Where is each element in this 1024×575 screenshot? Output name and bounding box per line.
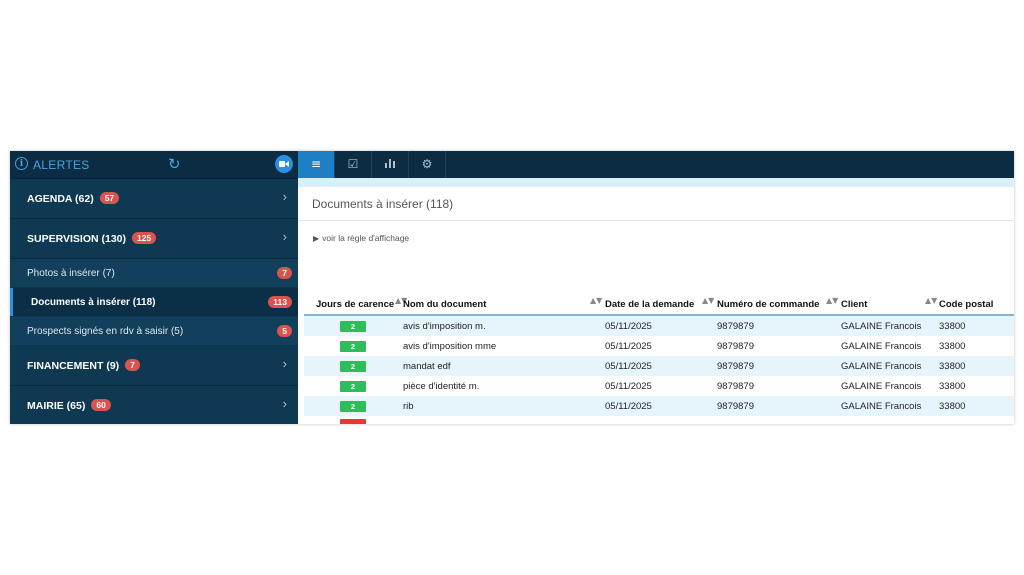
table-row[interactable]: 2 avis d'imposition m. 05/11/2025 987987… bbox=[304, 315, 1014, 336]
table-row[interactable]: 2 mandat edf 05/11/2025 9879879 GALAINE … bbox=[304, 356, 1014, 376]
column-header-numero[interactable]: Numéro de commande ▲▼ bbox=[714, 294, 838, 316]
sidebar-item-photos[interactable]: Photos à insérer (7) 7 bbox=[10, 259, 298, 288]
column-header-nom[interactable]: Nom du document ▲▼ bbox=[401, 294, 602, 316]
sidebar-item-prospects[interactable]: Prospects signés en rdv à saisir (5) 5 bbox=[10, 317, 298, 346]
document-name: rib bbox=[401, 396, 602, 416]
tab-stats[interactable] bbox=[372, 151, 409, 178]
video-camera-icon[interactable] bbox=[275, 155, 293, 173]
section-label: FINANCEMENT (9) 7 bbox=[27, 359, 140, 372]
sort-icon[interactable]: ▲▼ bbox=[702, 297, 714, 305]
sidebar-section-financement[interactable]: FINANCEMENT (9) 7 › bbox=[10, 346, 298, 386]
display-rule-label: voir la règle d'affichage bbox=[322, 233, 410, 243]
count-badge: 57 bbox=[99, 192, 120, 204]
delay-chip: 2 bbox=[340, 320, 366, 332]
page-title: Documents à insérer (118) bbox=[312, 197, 454, 211]
count-badge: 113 bbox=[268, 296, 292, 308]
sidebar-section-supervision[interactable]: SUPERVISION (130) 125 › bbox=[10, 219, 298, 259]
document-name: mandat edf bbox=[401, 356, 602, 376]
count-badge: 7 bbox=[277, 267, 292, 279]
triangle-right-icon: ▶ bbox=[313, 234, 320, 243]
delay-chip: 2 bbox=[340, 340, 366, 352]
tab-bar: ≡ ☑ ⚙ bbox=[298, 151, 1014, 178]
column-header-jours[interactable]: Jours de carence ▲▼ bbox=[304, 294, 407, 316]
request-date: 05/11/2025 bbox=[602, 356, 714, 376]
client-name: GALAINE Francois bbox=[838, 396, 936, 416]
delay-chip bbox=[340, 419, 366, 424]
document-name: avis d'imposition mme bbox=[401, 336, 602, 356]
bar-chart-icon bbox=[384, 151, 396, 178]
sidebar-item-label: Photos à insérer (7) bbox=[27, 268, 115, 279]
main-content: ≡ ☑ ⚙ Documents à insérer (118) ▶ voir la… bbox=[298, 151, 1014, 424]
sort-icon[interactable]: ▲▼ bbox=[826, 297, 838, 305]
order-number: 9879879 bbox=[714, 336, 838, 356]
sidebar-item-documents[interactable]: Documents à insérer (118) 113 bbox=[10, 288, 298, 317]
checkbox-icon: ☑ bbox=[347, 157, 359, 171]
document-name: pièce d'identité m. bbox=[401, 376, 602, 396]
request-date: 05/11/2025 bbox=[602, 336, 714, 356]
postal-code: 33800 bbox=[936, 315, 1014, 336]
tab-tasks[interactable]: ☑ bbox=[335, 151, 372, 178]
panel-header: Documents à insérer (118) bbox=[298, 187, 1014, 221]
postal-code: 33800 bbox=[936, 396, 1014, 416]
delay-chip: 2 bbox=[340, 360, 366, 372]
table-row[interactable] bbox=[304, 416, 1014, 424]
column-header-code-postal[interactable]: Code postal bbox=[936, 294, 1014, 316]
info-icon[interactable]: i bbox=[15, 157, 28, 170]
section-label: SUPERVISION (130) 125 bbox=[27, 232, 157, 245]
client-name: GALAINE Francois bbox=[838, 315, 936, 336]
count-badge: 7 bbox=[125, 359, 140, 371]
count-badge: 5 bbox=[277, 325, 292, 337]
chevron-right-icon: › bbox=[282, 356, 287, 371]
app-window: i ALERTES ↻ AGENDA (62) 57 › SUPERVISION … bbox=[10, 151, 1014, 424]
column-header-client[interactable]: Client ▲▼ bbox=[838, 294, 937, 316]
sidebar-section-mairie[interactable]: MAIRIE (65) 60 › bbox=[10, 386, 298, 424]
table-row[interactable]: 2 pièce d'identité m. 05/11/2025 9879879… bbox=[304, 376, 1014, 396]
header-strip bbox=[298, 178, 1014, 187]
section-label: MAIRIE (65) 60 bbox=[27, 399, 111, 412]
sidebar-title: ALERTES bbox=[33, 158, 90, 172]
tab-list[interactable]: ≡ bbox=[298, 151, 335, 178]
table-row[interactable]: 2 rib 05/11/2025 9879879 GALAINE Francoi… bbox=[304, 396, 1014, 416]
client-name: GALAINE Francois bbox=[838, 376, 936, 396]
order-number: 9879879 bbox=[714, 396, 838, 416]
count-badge: 60 bbox=[91, 399, 111, 411]
chevron-right-icon: › bbox=[282, 189, 287, 204]
documents-table: Jours de carence ▲▼ Nom du document ▲▼ Dat… bbox=[304, 294, 1014, 424]
order-number: 9879879 bbox=[714, 376, 838, 396]
request-date: 05/11/2025 bbox=[602, 396, 714, 416]
display-rule-toggle[interactable]: ▶ voir la règle d'affichage bbox=[313, 233, 409, 243]
order-number: 9879879 bbox=[714, 315, 838, 336]
alerts-sidebar: i ALERTES ↻ AGENDA (62) 57 › SUPERVISION … bbox=[10, 151, 298, 424]
sidebar-section-agenda[interactable]: AGENDA (62) 57 › bbox=[10, 179, 298, 219]
refresh-icon[interactable]: ↻ bbox=[168, 155, 181, 173]
sidebar-item-label: Prospects signés en rdv à saisir (5) bbox=[27, 326, 184, 337]
table-header-row: Jours de carence ▲▼ Nom du document ▲▼ Dat… bbox=[304, 294, 1014, 316]
order-number: 9879879 bbox=[714, 356, 838, 376]
count-badge: 125 bbox=[132, 232, 157, 244]
delay-chip: 2 bbox=[340, 400, 366, 412]
sidebar-item-label: Documents à insérer (118) bbox=[31, 297, 156, 308]
chevron-right-icon: › bbox=[282, 396, 287, 411]
postal-code: 33800 bbox=[936, 336, 1014, 356]
request-date: 05/11/2025 bbox=[602, 376, 714, 396]
tab-settings[interactable]: ⚙ bbox=[409, 151, 446, 178]
chevron-right-icon: › bbox=[282, 229, 287, 244]
client-name: GALAINE Francois bbox=[838, 356, 936, 376]
sidebar-header: i ALERTES ↻ bbox=[10, 151, 298, 179]
section-label: AGENDA (62) 57 bbox=[27, 192, 120, 205]
menu-icon: ≡ bbox=[310, 157, 322, 171]
gear-icon: ⚙ bbox=[421, 157, 433, 171]
table-row[interactable]: 2 avis d'imposition mme 05/11/2025 98798… bbox=[304, 336, 1014, 356]
document-name: avis d'imposition m. bbox=[401, 315, 602, 336]
postal-code: 33800 bbox=[936, 356, 1014, 376]
delay-chip: 2 bbox=[340, 380, 366, 392]
sort-icon[interactable]: ▲▼ bbox=[590, 297, 602, 305]
column-header-date[interactable]: Date de la demande ▲▼ bbox=[602, 294, 714, 316]
client-name: GALAINE Francois bbox=[838, 336, 936, 356]
request-date: 05/11/2025 bbox=[602, 315, 714, 336]
postal-code: 33800 bbox=[936, 376, 1014, 396]
